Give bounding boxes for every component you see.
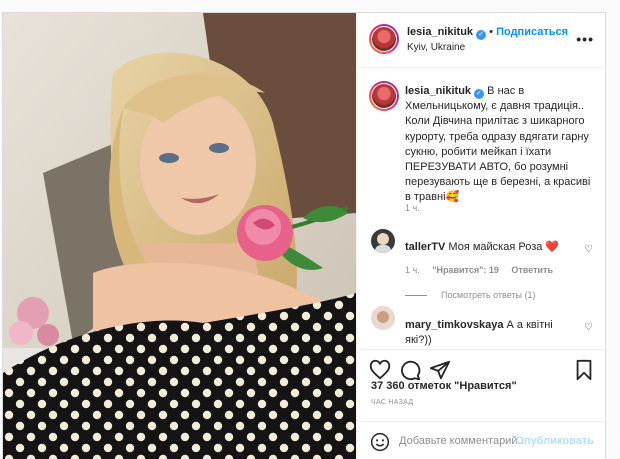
caption-line: Коли Дівчина прилітає з шикарного — [405, 115, 585, 128]
reply-button[interactable]: Ответить — [511, 265, 553, 275]
comment: tallerTV Моя майская Роза ❤️ — [405, 240, 595, 255]
caption-line: в травні🥰 — [405, 191, 460, 204]
heart-icon[interactable] — [369, 359, 391, 381]
caption-avatar[interactable] — [369, 81, 399, 111]
instagram-post: lesia_nikituk ✓ • Подписаться Kyiv, Ukra… — [2, 12, 608, 459]
post-time-ago[interactable]: ЧАС НАЗАД — [371, 399, 413, 406]
share-icon[interactable] — [429, 359, 451, 381]
post-caption: lesia_nikituk ✓ В нас в Хмельницькому, є… — [405, 84, 595, 206]
post-side-panel: lesia_nikituk ✓ • Подписаться Kyiv, Ukra… — [356, 13, 608, 459]
caption-line: Хмельницькому, є давня традиція.. — [405, 100, 585, 113]
caption-username[interactable]: lesia_nikituk — [405, 85, 471, 97]
post-location[interactable]: Kyiv, Ukraine — [407, 42, 465, 53]
verified-badge-icon: ✓ — [474, 89, 485, 99]
more-options-icon[interactable]: ••• — [576, 32, 594, 46]
view-replies-button[interactable]: Посмотреть ответы (1) — [405, 290, 536, 300]
comment-meta: 1 ч. "Нравится": 19 Ответить — [405, 265, 553, 275]
comment-text: А а квітні — [506, 319, 553, 331]
comment-like-icon[interactable]: ♡ — [584, 322, 593, 333]
comment-likes[interactable]: "Нравится": 19 — [432, 265, 499, 275]
likes-count[interactable]: 37 360 отметок "Нравится" — [371, 380, 517, 392]
bookmark-icon[interactable] — [574, 359, 594, 381]
caption-line: В нас в — [487, 85, 525, 97]
emoji-icon[interactable] — [370, 432, 390, 452]
post-photo[interactable] — [3, 13, 356, 459]
comment-time[interactable]: 1 ч. — [405, 265, 420, 275]
caption-time[interactable]: 1 ч. — [405, 203, 420, 213]
follow-button[interactable]: Подписаться — [496, 26, 568, 38]
comment: mary_timkovskaya А а квітні які?)) — [405, 318, 595, 348]
verified-badge-icon: ✓ — [476, 30, 487, 40]
comment-username[interactable]: tallerTV — [405, 241, 445, 253]
add-comment-bar: Добавьте комментарий... Опубликовать — [357, 421, 608, 459]
commenter-avatar[interactable] — [371, 229, 395, 253]
comment-like-icon[interactable]: ♡ — [584, 244, 593, 255]
caption-line: сукню, робити мейкап і їхати — [405, 145, 552, 158]
author-avatar[interactable] — [369, 24, 399, 54]
caption-line: перезувають ще в березні, а красиві — [405, 176, 591, 189]
publish-button[interactable]: Опубликовать — [515, 435, 594, 447]
comment-icon[interactable] — [399, 359, 421, 381]
caption-line: курорту, треба одразу вдягати гарну — [405, 130, 589, 143]
comment-text: Моя майская Роза ❤️ — [448, 241, 560, 253]
add-comment-input[interactable]: Добавьте комментарий... — [399, 435, 527, 447]
commenter-avatar[interactable] — [371, 306, 395, 330]
caption-line: ПЕРЕЗУВАТИ АВТО, бо розумні — [405, 161, 569, 174]
post-header: lesia_nikituk ✓ • Подписаться Kyiv, Ukra… — [357, 13, 608, 68]
comment-text: які?)) — [405, 334, 432, 346]
photo-illustration — [3, 13, 356, 459]
author-username[interactable]: lesia_nikituk — [407, 26, 473, 38]
comment-username[interactable]: mary_timkovskaya — [405, 319, 503, 331]
